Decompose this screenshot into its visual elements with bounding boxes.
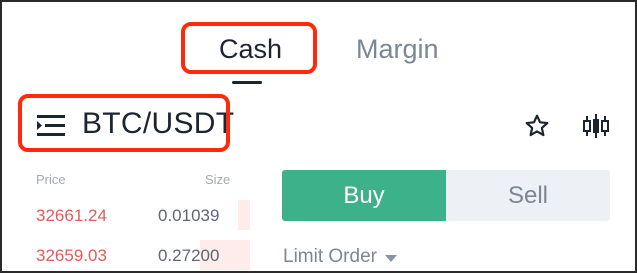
candlestick-chart-icon[interactable] [582, 113, 610, 139]
order-book-row[interactable]: 32659.03 0.27200 [0, 240, 250, 270]
pair-highlight-box [18, 94, 230, 152]
depth-bar [237, 200, 250, 230]
ask-size: 0.27200 [158, 246, 220, 265]
star-icon[interactable] [524, 113, 550, 139]
active-tab-indicator [232, 81, 262, 84]
order-book-price-header: Price [36, 172, 66, 187]
buy-button[interactable]: Buy [282, 170, 446, 221]
ask-price: 32659.03 [36, 246, 107, 265]
order-type-label: Limit Order [283, 246, 377, 267]
order-type-dropdown[interactable]: Limit Order [283, 246, 397, 268]
caret-down-icon [384, 254, 397, 262]
order-book-size-header: Size [205, 172, 231, 187]
ask-price: 32661.24 [36, 206, 107, 225]
sell-button[interactable]: Sell [446, 170, 610, 221]
cash-highlight-box [181, 22, 317, 74]
order-book-row[interactable]: 32661.24 0.01039 [0, 200, 250, 230]
tab-margin[interactable]: Margin [356, 34, 439, 65]
ask-size: 0.01039 [158, 206, 220, 225]
